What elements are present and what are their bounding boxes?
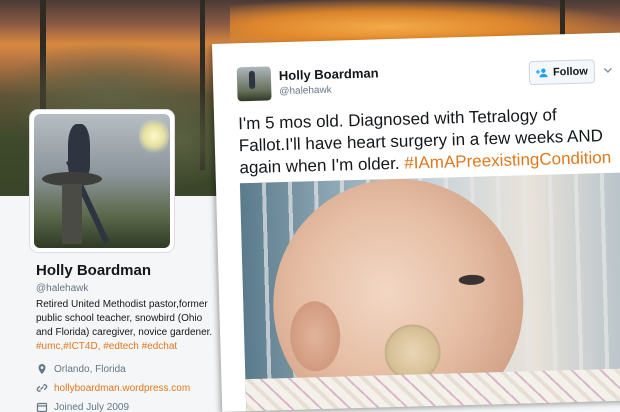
profile-website[interactable]: hollyboardman.wordpress.com bbox=[36, 382, 190, 394]
tweet-text: I'm 5 mos old. Diagnosed with Tetralogy … bbox=[238, 103, 620, 180]
chevron-down-icon[interactable] bbox=[603, 65, 613, 75]
link-icon bbox=[36, 384, 48, 392]
location-text: Orlando, Florida bbox=[54, 363, 126, 375]
profile-location: Orlando, Florida bbox=[36, 363, 126, 375]
follow-label: Follow bbox=[552, 65, 588, 79]
tweet-author-avatar[interactable] bbox=[236, 66, 272, 102]
profile-bio: Retired United Methodist pastor,former p… bbox=[36, 298, 216, 354]
screenshot-stage: Holly Boardman @halehawk Retired United … bbox=[0, 0, 620, 412]
map-pin-icon bbox=[38, 364, 46, 374]
peacock-photo bbox=[34, 114, 170, 248]
peacock bbox=[68, 124, 90, 176]
bio-hashtags[interactable]: #umc,#ICT4D, #edtech #edchat bbox=[36, 341, 177, 352]
tweet-author-name[interactable]: Holly Boardman bbox=[279, 65, 379, 83]
string-lights bbox=[139, 116, 169, 156]
add-user-icon bbox=[535, 68, 548, 78]
tweet-photo[interactable] bbox=[239, 172, 620, 412]
tweet-hashtag[interactable]: #IAmAPreexistingCondition bbox=[404, 148, 611, 173]
bio-text: Retired United Methodist pastor,former p… bbox=[36, 299, 213, 338]
website-link[interactable]: hollyboardman.wordpress.com bbox=[54, 383, 190, 394]
profile-handle: @halehawk bbox=[36, 283, 89, 294]
joined-date: Joined July 2009 bbox=[54, 401, 130, 412]
tweet-author-handle: @halehawk bbox=[279, 84, 332, 98]
calendar-icon bbox=[36, 402, 48, 412]
profile-joined: Joined July 2009 bbox=[36, 401, 129, 412]
follow-button[interactable]: Follow bbox=[528, 59, 596, 86]
embedded-tweet: Holly Boardman @halehawk Follow I'm 5 mo… bbox=[212, 32, 620, 412]
peacock bbox=[248, 70, 256, 89]
profile-avatar[interactable] bbox=[30, 110, 174, 252]
profile-name[interactable]: Holly Boardman bbox=[36, 262, 151, 279]
fountain-pillar bbox=[62, 184, 82, 244]
